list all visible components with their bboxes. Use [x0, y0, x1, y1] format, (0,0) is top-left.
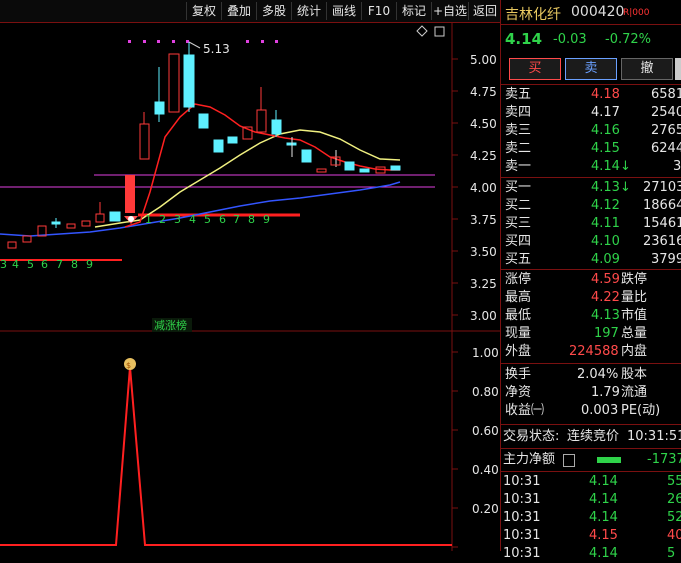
ask-row: 卖四 4.17 2540	[505, 105, 681, 120]
count-label: 8	[248, 213, 255, 226]
cancel-button[interactable]: 撤	[621, 58, 673, 80]
bid-row: 买五 4.09 3799	[505, 252, 681, 267]
moneybag-icon: $	[124, 358, 136, 370]
price-tick: 5.00	[470, 53, 497, 67]
count-label: 2	[159, 213, 166, 226]
svg-text:$: $	[126, 361, 131, 370]
buy-button[interactable]: 买	[509, 58, 561, 80]
draw-line-button[interactable]: 画线	[326, 2, 361, 20]
price-axis: 5.00 4.75 4.50 4.25 4.00 3.75 3.50 3.25 …	[470, 53, 497, 323]
indicator-tick: 0.60	[472, 424, 499, 438]
count-label: 6	[219, 213, 226, 226]
ma-fast-line	[124, 103, 400, 228]
kline-chart[interactable]: 5.00 4.75 4.50 4.25 4.00 3.75 3.50 3.25 …	[0, 22, 500, 551]
toolbar: 复权 叠加 多股 统计 画线 F10 标记 +自选 返回	[0, 0, 500, 22]
count-label: 9	[86, 258, 93, 271]
high-price-label: 5.13	[203, 42, 230, 56]
price-tick: 4.25	[470, 149, 497, 163]
bid-row: 买二 4.12 18664	[505, 198, 681, 213]
ask-row: 卖三 4.16 2765	[505, 123, 681, 138]
multi-stock-button[interactable]: 多股	[256, 2, 291, 20]
stat-row: 收益㈠ 0.003 PE(动)	[505, 403, 661, 418]
price-change-pct: -0.72%	[605, 32, 651, 47]
add-watchlist-button[interactable]: +自选	[431, 2, 468, 20]
sell-button[interactable]: 卖	[565, 58, 617, 80]
count-label: 6	[41, 258, 48, 271]
count-label: 5	[27, 258, 34, 271]
ask-row: 卖一 4.14↓ 3	[505, 159, 681, 174]
indicator-tick: 1.00	[472, 346, 499, 360]
count-label: 7	[56, 258, 63, 271]
indicator-name-label: 减涨榜	[154, 318, 187, 332]
f10-button[interactable]: F10	[361, 2, 396, 20]
high-marker	[188, 41, 201, 49]
market-badge: R|000	[623, 8, 650, 18]
stock-code: 000420	[571, 4, 625, 20]
stock-name: 吉林化纤	[505, 7, 561, 23]
net-flow-row: 主力净额 -1737	[503, 452, 681, 467]
big-red-candle	[125, 175, 135, 213]
ma-slow-line	[0, 181, 401, 237]
count-label: 9	[263, 213, 270, 226]
tick-row: 10:31 4.14 5	[503, 546, 676, 561]
bid-row: 买一 4.13↓ 27103	[505, 180, 681, 195]
overlay-button[interactable]: 叠加	[221, 2, 256, 20]
statistics-button[interactable]: 统计	[291, 2, 326, 20]
indicator-tick: 0.40	[472, 463, 499, 477]
ask-row: 卖二 4.15 6244	[505, 141, 681, 156]
tick-row: 10:31 4.15 40	[503, 528, 681, 543]
tick-row: 10:31 4.14 55	[503, 474, 681, 489]
price-tick: 3.50	[470, 245, 497, 259]
price-tick: 3.25	[470, 277, 497, 291]
indicator-tick: 0.80	[472, 385, 499, 399]
bid-row: 买三 4.11 15461	[505, 216, 681, 231]
stat-row: 现量 197 总量	[505, 326, 648, 341]
quote-panel: 吉林化纤 000420 R|000 4.14 -0.03 -0.72% 买 卖 …	[500, 0, 681, 561]
back-button[interactable]: 返回	[468, 2, 501, 20]
price-tick: 3.75	[470, 213, 497, 227]
count-label: 4	[189, 213, 196, 226]
restore-rights-button[interactable]: 复权	[186, 2, 221, 20]
price-tick: 4.00	[470, 181, 497, 195]
count-label: 7	[233, 213, 240, 226]
square-icon[interactable]	[434, 26, 445, 37]
count-label: 1	[145, 213, 152, 226]
count-labels-b: 1 2 3 4 5 6 7 8 9	[145, 213, 270, 226]
count-label: 5	[204, 213, 211, 226]
scrollbar[interactable]	[675, 58, 681, 80]
price-tick: 4.50	[470, 117, 497, 131]
count-label: 3	[174, 213, 181, 226]
tick-row: 10:31 4.14 26	[503, 492, 681, 507]
stat-row: 涨停 4.59 跌停	[505, 272, 648, 287]
trade-status-row: 交易状态: 连续竞价 10:31:51	[503, 429, 681, 444]
indicator-axis: 1.00 0.80 0.60 0.40 0.20	[472, 346, 499, 516]
price-tick: 3.00	[470, 309, 497, 323]
count-label: 4	[12, 258, 19, 271]
price-tick: 4.75	[470, 85, 497, 99]
stat-row: 外盘 224588 内盘	[505, 344, 648, 359]
indicator-line	[0, 366, 452, 546]
last-price: 4.14	[505, 30, 543, 48]
stat-row: 最高 4.22 量比	[505, 290, 648, 305]
list-icon	[563, 454, 575, 467]
mark-button[interactable]: 标记	[396, 2, 431, 20]
stat-row: 净资 1.79 流通	[505, 385, 648, 400]
price-change: -0.03	[553, 32, 587, 47]
diamond-icon[interactable]	[416, 25, 428, 37]
bid-row: 买四 4.10 23616	[505, 234, 681, 249]
tick-row: 10:31 4.14 52	[503, 510, 681, 525]
count-label: 8	[71, 258, 78, 271]
stat-row: 最低 4.13 市值	[505, 308, 648, 323]
count-label: 3	[0, 258, 7, 271]
stat-row: 换手 2.04% 股本	[505, 367, 648, 382]
indicator-tick: 0.20	[472, 502, 499, 516]
ask-row: 卖五 4.18 6581	[505, 87, 681, 102]
net-flow-bar	[597, 457, 621, 463]
